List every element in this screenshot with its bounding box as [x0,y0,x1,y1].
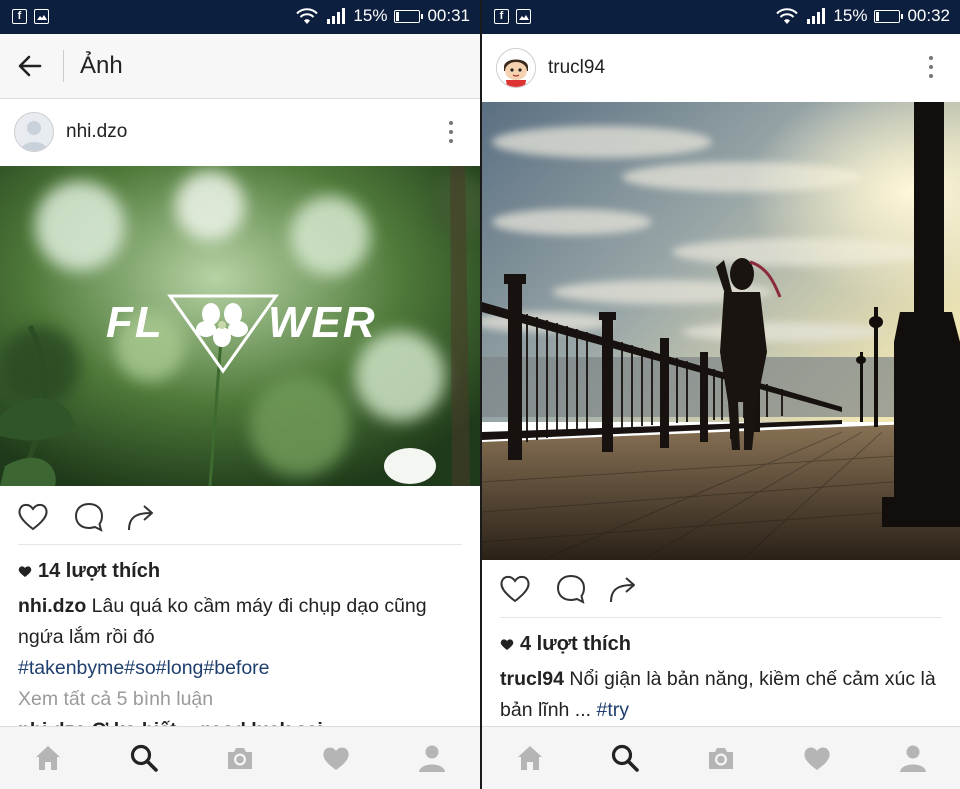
likes-count: 4 lượt thích [500,633,631,656]
avatar[interactable] [14,112,54,152]
page-title: Ảnh [80,52,123,79]
likes-count: 14 lượt thích [18,560,160,583]
status-time: 00:32 [907,6,950,25]
caption-hashtag[interactable]: #try [596,699,629,721]
view-all-comments-link[interactable]: Xem tất cả 5 bình luận [18,684,466,715]
camera-icon[interactable] [225,743,255,773]
facebook-icon: f [12,9,27,24]
more-options-icon[interactable] [448,121,454,143]
appbar-divider [63,50,64,82]
back-arrow-icon[interactable] [14,50,46,82]
share-icon[interactable] [606,572,640,606]
heart-icon[interactable] [498,572,532,606]
home-icon[interactable] [33,743,63,773]
heart-icon[interactable] [16,500,50,534]
comment-icon[interactable] [554,572,588,606]
caption-username[interactable]: trucl94 [500,668,564,690]
caption-text: Nổi giận là bản năng, kiềm chế cảm xúc l… [500,668,936,721]
heart-icon[interactable] [321,743,351,773]
search-icon[interactable] [610,743,640,773]
post-username[interactable]: trucl94 [548,57,605,79]
signal-icon [327,8,346,24]
right-screen: f 15% 00:32 trucl94 4 lượt thích trucl94… [482,0,960,789]
comment-icon[interactable] [72,500,106,534]
status-bar: f 15% 00:31 [0,0,480,34]
battery-percent: 15% [353,6,388,25]
divider [18,544,462,545]
signal-icon [807,8,826,24]
left-screen: f 15% 00:31 Ảnh nhi.dzo FL WER 14 lượt t… [0,0,480,789]
status-time: 00:31 [427,6,470,25]
camera-icon[interactable] [706,743,736,773]
caption-hashtags[interactable]: #takenbyme#so#long#before [18,653,466,684]
share-icon[interactable] [124,500,158,534]
post-username[interactable]: nhi.dzo [66,121,127,143]
more-options-icon[interactable] [928,56,934,78]
flower-overlay [167,294,279,374]
post-actions [0,488,480,544]
status-bar: f 15% 00:32 [482,0,960,34]
heart-filled-icon [500,639,514,650]
avatar[interactable] [496,48,536,88]
heart-icon[interactable] [802,743,832,773]
heart-filled-icon [18,566,32,577]
post-photo[interactable]: FL WER [0,166,480,486]
home-icon[interactable] [515,743,545,773]
app-bar: Ảnh [0,34,480,99]
facebook-icon: f [494,9,509,24]
post-caption: nhi.dzo Lâu quá ko cầm máy đi chụp dạo c… [18,591,466,653]
battery-percent: 15% [833,6,868,25]
wifi-icon [296,8,319,24]
post-caption: trucl94 Nổi giận là bản năng, kiềm chế c… [500,664,946,726]
wifi-icon [776,8,799,24]
likes-text: 4 lượt thích [520,633,631,655]
gallery-icon [516,9,531,24]
divider [500,617,942,618]
post-header: nhi.dzo [0,99,480,165]
bottom-nav [0,726,480,789]
battery-icon [874,9,904,23]
post-photo[interactable] [482,102,960,560]
gallery-icon [34,9,49,24]
search-icon[interactable] [129,743,159,773]
sunset-promenade-image [482,102,960,560]
profile-icon[interactable] [898,743,928,773]
bottom-nav [482,726,960,789]
flower-overlay-text-right: WER [268,298,377,347]
likes-text: 14 lượt thích [38,560,161,582]
caption-username[interactable]: nhi.dzo [18,595,86,617]
post-actions [482,560,960,616]
flower-overlay-text-left: FL [106,298,164,347]
post-header: trucl94 [482,34,960,102]
profile-icon[interactable] [417,743,447,773]
battery-icon [394,9,424,23]
